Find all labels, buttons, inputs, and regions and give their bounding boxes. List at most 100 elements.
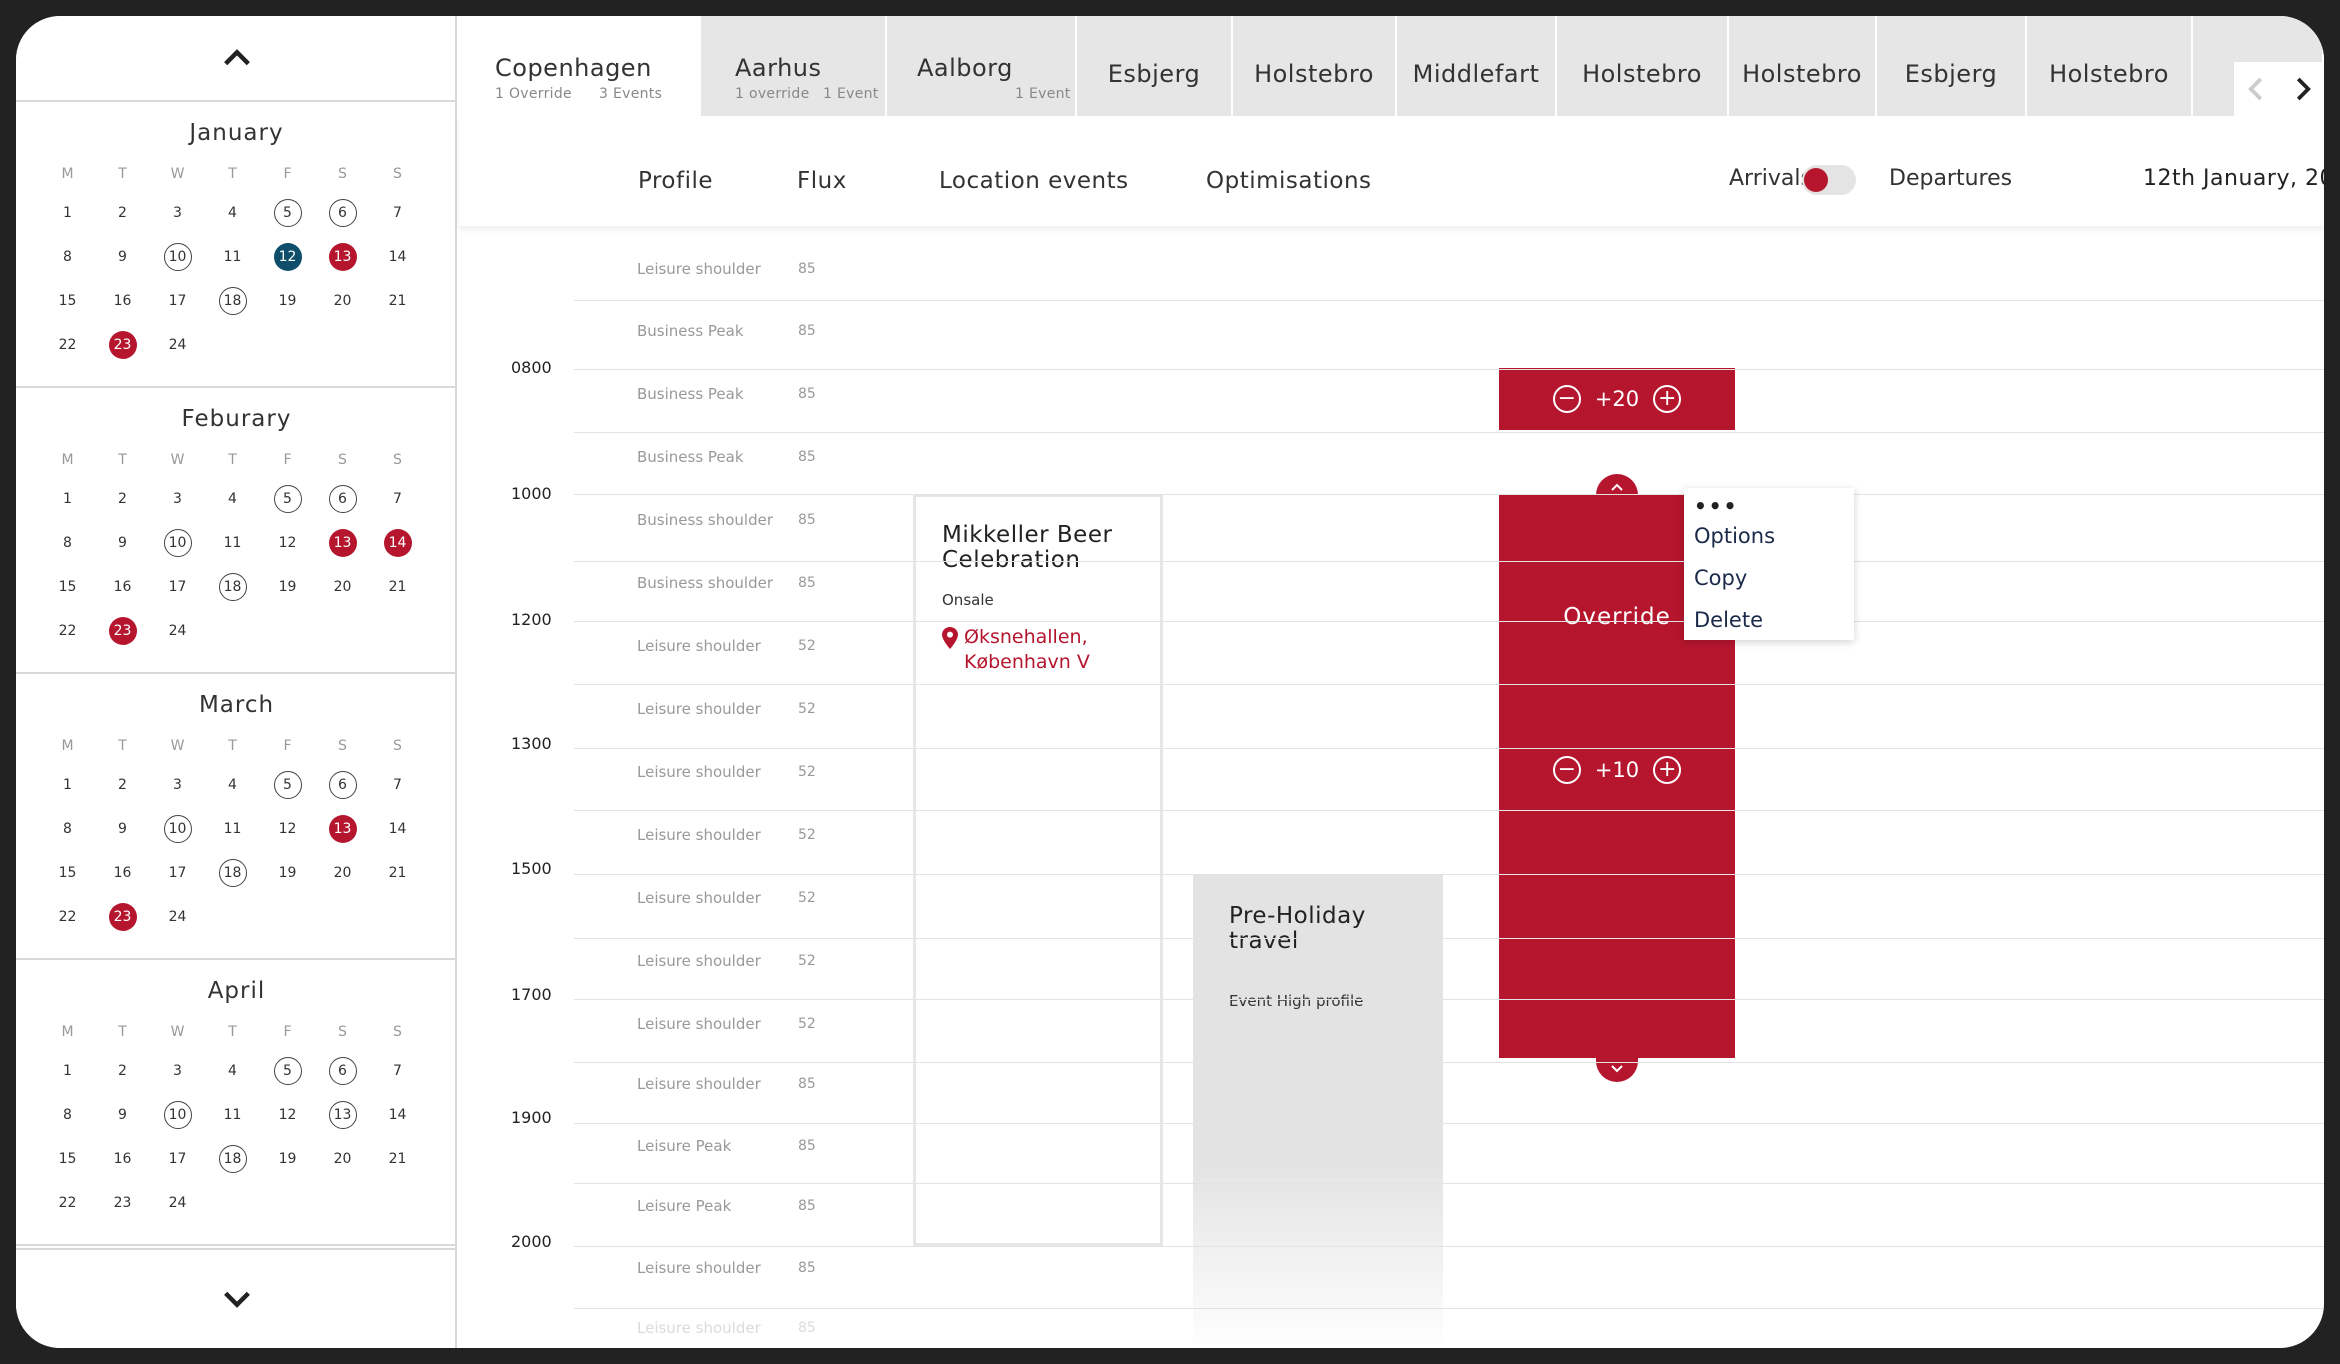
calendar-day[interactable]: 21 [370,858,425,888]
calendar-day[interactable]: 20 [315,1144,370,1174]
chevron-right-icon[interactable] [2287,74,2317,104]
calendar-day[interactable]: 21 [370,1144,425,1174]
calendar-day[interactable]: 5 [260,1056,315,1086]
calendar-day[interactable]: 18 [205,1144,260,1174]
calendar-day[interactable]: 12 [260,814,315,844]
calendar-day[interactable]: 17 [150,286,205,316]
nav-flux[interactable]: Flux [797,168,847,194]
calendar-day[interactable]: 5 [260,484,315,514]
calendar-day[interactable]: 19 [260,572,315,602]
calendar-day[interactable]: 23 [95,1188,150,1218]
calendar-day[interactable]: 18 [205,858,260,888]
tab-location[interactable]: Holstebro [1729,16,1877,116]
calendar-day[interactable]: 1 [40,770,95,800]
calendar-day[interactable]: 22 [40,330,95,360]
calendar-day[interactable]: 14 [370,528,425,558]
calendar-day[interactable]: 16 [95,572,150,602]
calendar-day[interactable]: 12 [260,528,315,558]
calendar-day[interactable]: 14 [370,814,425,844]
calendar-day[interactable]: 9 [95,814,150,844]
calendar-day[interactable]: 13 [315,242,370,272]
calendar-day[interactable]: 19 [260,1144,315,1174]
tab-location[interactable]: Holstebro [1557,16,1729,116]
calendar-day[interactable]: 7 [370,198,425,228]
calendar-day[interactable]: 1 [40,484,95,514]
calendar-day[interactable]: 3 [150,770,205,800]
calendar-day[interactable]: 6 [315,770,370,800]
calendar-day[interactable]: 10 [150,1100,205,1130]
calendar-day[interactable]: 18 [205,286,260,316]
calendar-day[interactable]: 10 [150,814,205,844]
calendar-day[interactable]: 23 [95,330,150,360]
calendar-day[interactable]: 2 [95,1056,150,1086]
calendar-day[interactable]: 8 [40,528,95,558]
calendar-day[interactable]: 20 [315,286,370,316]
calendar-day[interactable]: 11 [205,528,260,558]
calendar-day[interactable]: 18 [205,572,260,602]
calendar-day[interactable]: 4 [205,198,260,228]
calendar-day[interactable]: 24 [150,330,205,360]
calendar-day[interactable]: 24 [150,902,205,932]
tab-location[interactable]: Aalborg 1 Event [887,16,1077,116]
calendar-day[interactable]: 22 [40,1188,95,1218]
nav-location-events[interactable]: Location events [939,168,1129,194]
calendar-day[interactable]: 4 [205,770,260,800]
calendar-day[interactable]: 8 [40,1100,95,1130]
event-card-mikkeller[interactable]: Mikkeller Beer Celebration Onsale Øksneh… [913,494,1163,1246]
calendar-day[interactable]: 20 [315,858,370,888]
tab-location[interactable]: Aarhus 1 override 1 Event [701,16,887,116]
calendar-day[interactable]: 15 [40,572,95,602]
calendar-day[interactable]: 17 [150,1144,205,1174]
calendar-day[interactable]: 14 [370,242,425,272]
calendar-day[interactable]: 23 [95,902,150,932]
tab-location[interactable]: Esbjerg [1877,16,2027,116]
calendar-day[interactable]: 7 [370,484,425,514]
calendar-day[interactable]: 5 [260,198,315,228]
calendar-day[interactable]: 3 [150,484,205,514]
menu-item-options[interactable]: Options [1694,524,1775,548]
calendar-day[interactable]: 1 [40,1056,95,1086]
calendar-scroll-down-button[interactable] [16,1248,457,1348]
calendar-day[interactable]: 24 [150,616,205,646]
calendar-day[interactable]: 16 [95,858,150,888]
tab-location[interactable]: Holstebro [1233,16,1397,116]
tab-location[interactable]: Holstebro [2027,16,2193,116]
calendar-day[interactable]: 11 [205,1100,260,1130]
calendar-scroll-up-button[interactable] [16,16,457,102]
calendar-day[interactable]: 17 [150,858,205,888]
plus-icon[interactable]: + [1653,756,1682,784]
chevron-left-icon[interactable] [2242,74,2272,104]
calendar-day[interactable]: 16 [95,1144,150,1174]
tab-location[interactable]: Copenhagen 1 Override 3 Events [459,16,701,116]
calendar-day[interactable]: 7 [370,1056,425,1086]
nav-profile[interactable]: Profile [638,168,713,194]
event-card-preholiday[interactable]: Pre-Holiday travel Event High profile [1193,874,1443,1348]
calendar-day[interactable]: 15 [40,858,95,888]
calendar-day[interactable]: 4 [205,484,260,514]
calendar-day[interactable]: 1 [40,198,95,228]
calendar-day[interactable]: 20 [315,572,370,602]
calendar-day[interactable]: 22 [40,902,95,932]
calendar-day[interactable]: 14 [370,1100,425,1130]
calendar-day[interactable]: 16 [95,286,150,316]
calendar-day[interactable]: 9 [95,528,150,558]
menu-item-copy[interactable]: Copy [1694,566,1747,590]
calendar-day[interactable]: 2 [95,198,150,228]
calendar-day[interactable]: 8 [40,242,95,272]
calendar-day[interactable]: 17 [150,572,205,602]
menu-item-delete[interactable]: Delete [1694,608,1763,632]
nav-optimisations[interactable]: Optimisations [1206,168,1372,194]
calendar-day[interactable]: 2 [95,484,150,514]
calendar-day[interactable]: 4 [205,1056,260,1086]
calendar-day[interactable]: 11 [205,242,260,272]
calendar-day[interactable]: 6 [315,484,370,514]
minus-icon[interactable]: − [1552,385,1581,413]
calendar-day[interactable]: 7 [370,770,425,800]
calendar-day[interactable]: 24 [150,1188,205,1218]
calendar-day[interactable]: 13 [315,1100,370,1130]
minus-icon[interactable]: − [1552,756,1581,784]
calendar-day[interactable]: 15 [40,1144,95,1174]
resize-handle-bottom[interactable] [1596,1056,1638,1082]
calendar-day[interactable]: 13 [315,528,370,558]
calendar-day[interactable]: 9 [95,242,150,272]
